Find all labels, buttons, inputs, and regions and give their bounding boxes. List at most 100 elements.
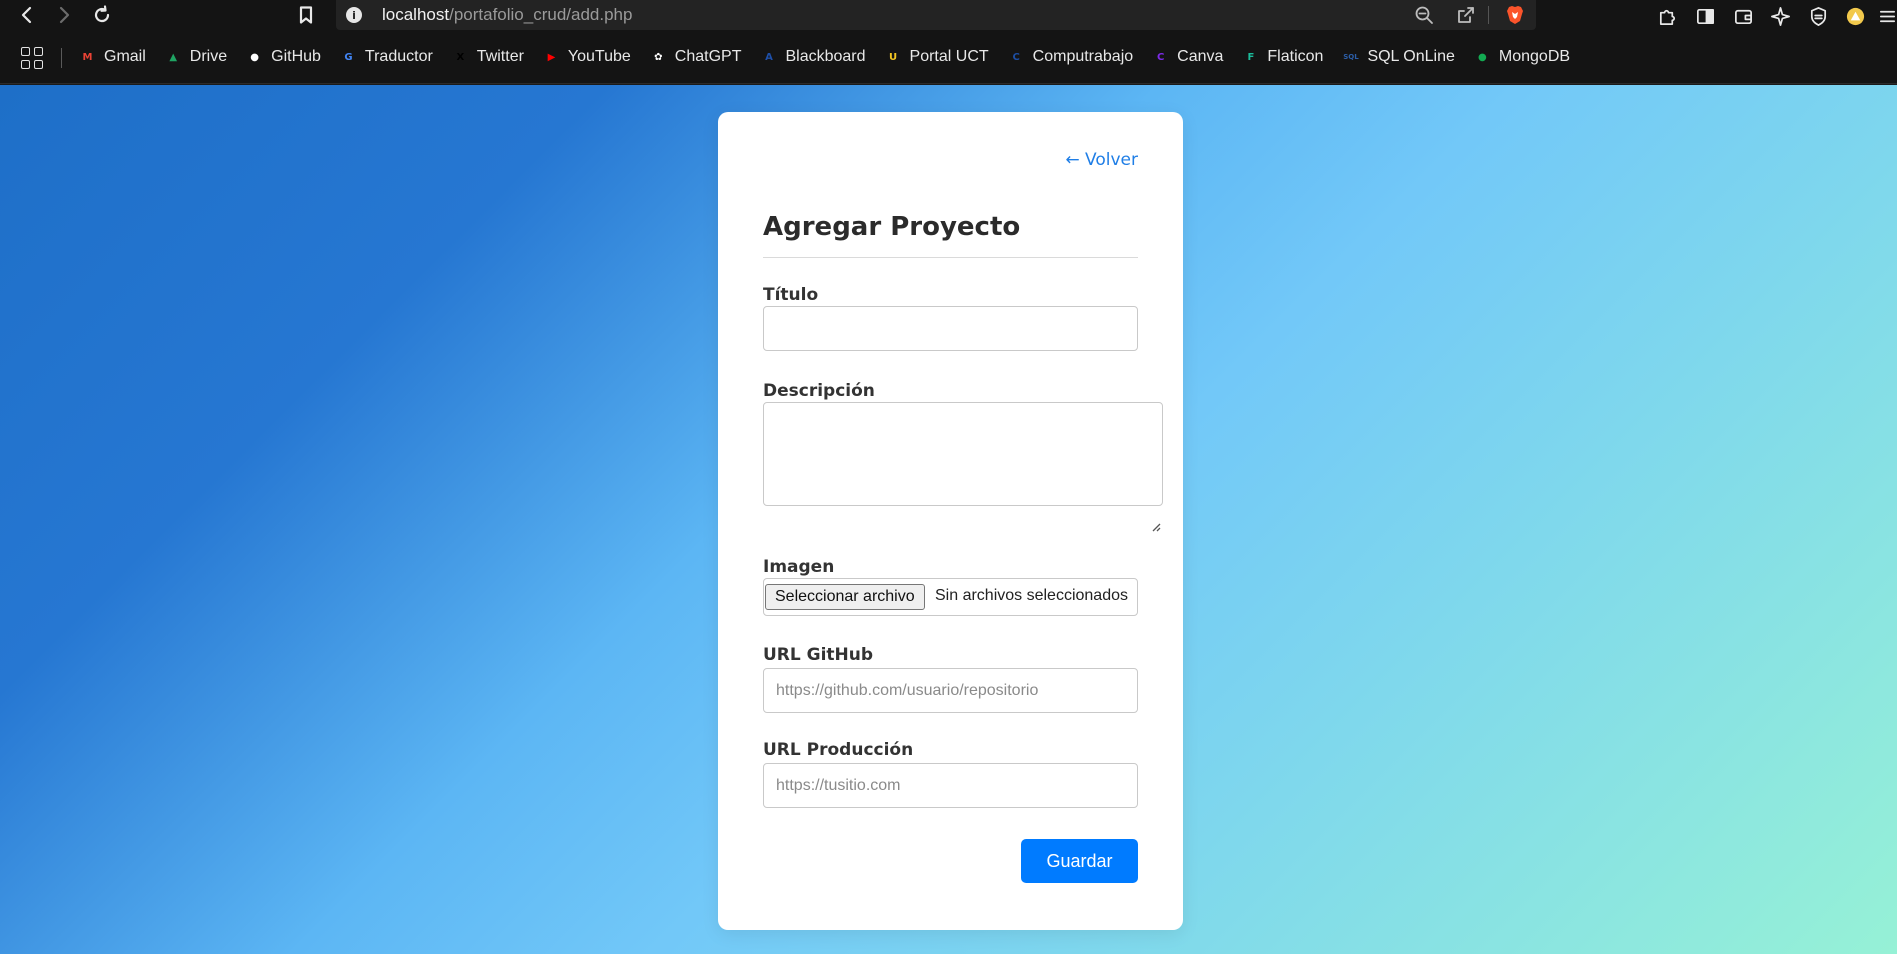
github-icon: ● xyxy=(250,51,259,63)
bookmark-canva[interactable]: C Canva xyxy=(1152,48,1223,66)
forward-arrow-icon xyxy=(59,6,70,24)
bookmark-label: YouTube xyxy=(567,48,631,65)
reload-icon xyxy=(94,5,110,23)
bookmark-github[interactable]: ● GitHub xyxy=(246,48,321,66)
back-link[interactable]: ← Volver xyxy=(1065,150,1138,170)
bookmark-icon xyxy=(299,6,313,24)
hamburger-menu-icon xyxy=(1879,10,1895,22)
vpn-shield-button[interactable] xyxy=(1805,3,1831,29)
bookmark-label: GitHub xyxy=(271,48,321,65)
bookmark-page-button[interactable] xyxy=(293,2,319,28)
gmail-icon: M xyxy=(82,51,93,63)
form-card: ← Volver Agregar Proyecto Título Descrip… xyxy=(718,112,1183,930)
computrabajo-icon: C xyxy=(1012,51,1020,63)
chatgpt-icon: ✿ xyxy=(654,51,663,63)
translate-icon: G xyxy=(344,51,353,63)
zoom-out-icon xyxy=(1415,6,1433,24)
profile-button[interactable] xyxy=(1842,3,1868,29)
shield-icon xyxy=(1810,6,1826,26)
bookmark-twitter[interactable]: X Twitter xyxy=(452,48,524,66)
address-bar[interactable]: i localhost/portafolio_crud/add.php xyxy=(336,0,1536,30)
production-url-label: URL Producción xyxy=(763,740,914,760)
browser-toolbar: i localhost/portafolio_crud/add.php xyxy=(0,0,1897,30)
file-status-text: Sin archivos seleccionados xyxy=(935,587,1128,604)
bookmark-chatgpt[interactable]: ✿ ChatGPT xyxy=(650,48,742,66)
flaticon-icon: F xyxy=(1247,51,1255,63)
zoom-button[interactable] xyxy=(1412,3,1436,27)
bookmark-label: Gmail xyxy=(104,48,146,65)
bookmark-traductor[interactable]: G Traductor xyxy=(340,48,433,66)
leo-ai-button[interactable] xyxy=(1767,3,1793,29)
github-url-input[interactable] xyxy=(763,668,1138,713)
url-path: /portafolio_crud/add.php xyxy=(449,5,633,24)
puzzle-icon xyxy=(1659,9,1675,25)
uct-icon: U xyxy=(888,51,898,63)
avatar-icon xyxy=(1846,7,1864,25)
url-text[interactable]: localhost/portafolio_crud/add.php xyxy=(382,5,632,25)
bookmark-mongodb[interactable]: ● MongoDB xyxy=(1474,48,1570,66)
back-button[interactable] xyxy=(14,2,40,28)
share-icon xyxy=(1458,7,1474,23)
bookmarks-list: M Gmail ▲ Drive ● GitHub G Traductor X Twitter ▶ Yo… xyxy=(79,30,1589,84)
titulo-label: Título xyxy=(763,285,819,305)
github-url-label: URL GitHub xyxy=(763,645,874,665)
bookmarks-bar: M Gmail ▲ Drive ● GitHub G Traductor X Twitter ▶ Yo… xyxy=(0,30,1897,84)
bookmark-label: Traductor xyxy=(364,48,433,65)
share-button[interactable] xyxy=(1454,3,1478,27)
site-info-icon[interactable]: i xyxy=(346,7,362,23)
bookmark-computrabajo[interactable]: C Computrabajo xyxy=(1008,48,1134,66)
sidebar-icon xyxy=(1696,8,1714,24)
sql-icon: SQL xyxy=(1343,53,1359,61)
descripcion-textarea[interactable] xyxy=(763,402,1163,506)
url-divider xyxy=(1488,6,1489,24)
menu-button[interactable] xyxy=(1874,3,1897,29)
bookmark-sql-online[interactable]: SQL SQL OnLine xyxy=(1342,48,1455,66)
production-url-input[interactable] xyxy=(763,763,1138,808)
bookmark-blackboard[interactable]: A Blackboard xyxy=(760,48,865,66)
bookmark-label: Portal UCT xyxy=(909,48,989,65)
bookmark-gmail[interactable]: M Gmail xyxy=(79,48,146,66)
back-arrow-icon xyxy=(21,6,32,24)
resize-grip-icon xyxy=(1152,523,1161,532)
bookmark-portal-uct[interactable]: U Portal UCT xyxy=(885,48,989,66)
youtube-icon: ▶ xyxy=(547,51,556,63)
descripcion-label: Descripción xyxy=(763,381,875,401)
bookmark-label: Twitter xyxy=(476,48,524,65)
bookmark-label: ChatGPT xyxy=(674,48,742,65)
page-title: Agregar Proyecto xyxy=(763,212,1021,242)
drive-icon: ▲ xyxy=(169,51,178,63)
sparkle-icon xyxy=(1770,6,1790,26)
bookmark-label: Flaticon xyxy=(1267,48,1324,65)
x-icon: X xyxy=(456,51,465,63)
canva-icon: C xyxy=(1156,51,1165,63)
bookmark-label: Drive xyxy=(189,48,228,65)
titulo-input[interactable] xyxy=(763,306,1138,351)
sidebar-toggle-button[interactable] xyxy=(1692,3,1718,29)
extensions-button[interactable] xyxy=(1654,3,1680,29)
bookmark-label: Computrabajo xyxy=(1032,48,1134,65)
bookmark-label: Blackboard xyxy=(785,48,866,65)
bookmark-label: MongoDB xyxy=(1498,48,1571,65)
wallet-icon xyxy=(1734,9,1752,24)
reload-button[interactable] xyxy=(89,2,115,28)
bookmark-drive[interactable]: ▲ Drive xyxy=(165,48,227,66)
url-host: localhost xyxy=(382,5,450,24)
mongodb-icon: ● xyxy=(1478,51,1487,63)
textarea-resize-handle[interactable] xyxy=(1151,517,1161,532)
bookmark-label: SQL OnLine xyxy=(1367,48,1455,65)
forward-button[interactable] xyxy=(51,2,77,28)
imagen-label: Imagen xyxy=(763,557,835,577)
save-button[interactable]: Guardar xyxy=(1021,839,1138,883)
bookmark-youtube[interactable]: ▶ YouTube xyxy=(543,48,631,66)
bookmark-flaticon[interactable]: F Flaticon xyxy=(1242,48,1323,66)
brave-shields-icon[interactable] xyxy=(1504,4,1526,26)
blackboard-icon: A xyxy=(765,51,773,63)
bookmarks-divider xyxy=(61,48,62,68)
title-divider xyxy=(763,257,1138,258)
page-background: ← Volver Agregar Proyecto Título Descrip… xyxy=(0,85,1897,954)
select-file-button[interactable]: Seleccionar archivo xyxy=(765,584,925,610)
imagen-file-input[interactable]: Seleccionar archivo Sin archivos selecci… xyxy=(763,578,1138,616)
wallet-button[interactable] xyxy=(1730,3,1756,29)
bookmark-label: Canva xyxy=(1177,48,1224,65)
apps-grid-icon[interactable] xyxy=(21,47,43,69)
